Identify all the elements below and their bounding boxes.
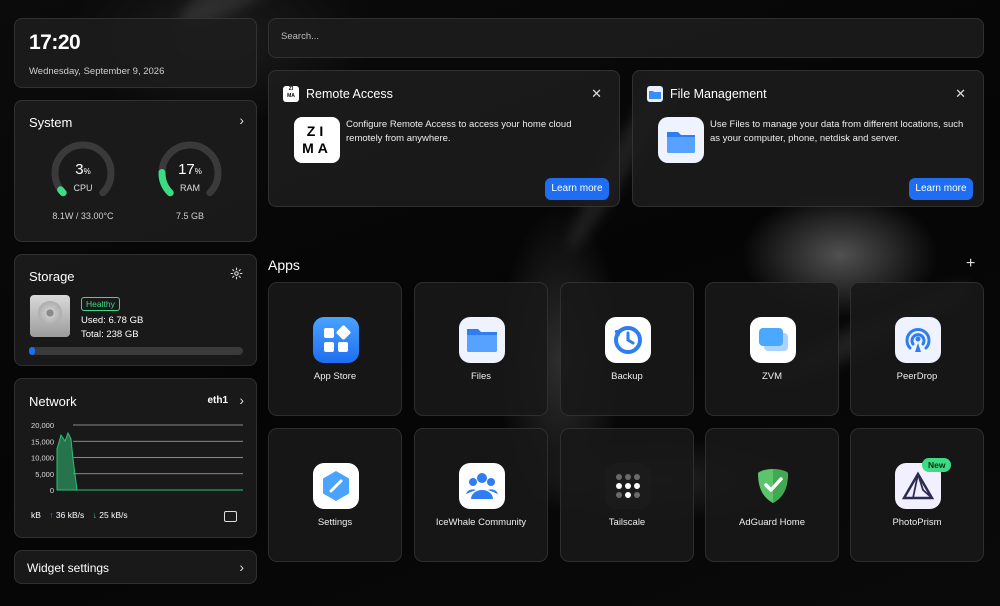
storage-usage-fill (29, 347, 35, 355)
remote-access-text: Configure Remote Access to access your h… (346, 119, 572, 144)
remote-access-title: Remote Access (306, 87, 393, 101)
app-tile-icewhale-community[interactable]: IceWhale Community (414, 428, 548, 562)
ram-value: 17% (178, 161, 202, 178)
app-label: IceWhale Community (435, 517, 527, 528)
network-y-tick: 15,000 (31, 437, 54, 446)
app-tile-files[interactable]: Files (414, 282, 548, 416)
files-app-icon (658, 117, 704, 163)
close-icon[interactable]: ✕ (955, 86, 966, 102)
cpu-value: 3% (75, 161, 91, 178)
storage-usage-bar (29, 347, 243, 355)
upload-rate: 36 kB/s (55, 510, 85, 520)
widget-settings-label: Widget settings (27, 561, 110, 575)
ram-label: RAM (180, 183, 200, 193)
file-management-learn-more-button[interactable]: Learn more (909, 178, 973, 200)
network-chart: 20,000 15,000 10,000 5,000 0 (31, 421, 243, 495)
storage-widget: Storage Healthy Used: 6.78 GB Total: 238… (14, 254, 257, 366)
backup-icon (605, 317, 651, 363)
folder-small-icon (647, 86, 663, 102)
clock-date: Wednesday, September 9, 2026 (29, 66, 165, 77)
cpu-gauge: 3% CPU (51, 141, 115, 205)
network-y-tick: 20,000 (31, 421, 54, 430)
app-label: ZVM (761, 371, 783, 382)
folder-icon (459, 317, 505, 363)
search-input[interactable] (279, 30, 963, 43)
storage-title: Storage (29, 269, 75, 284)
peerdrop-icon (895, 317, 941, 363)
widget-settings-button[interactable]: Widget settings › (14, 550, 257, 584)
app-label: AdGuard Home (738, 517, 805, 528)
network-widget: Network eth1 › 20,000 15,000 10,000 5,000 0 … (14, 378, 257, 538)
app-label: App Store (313, 371, 357, 382)
add-app-button[interactable]: + (966, 255, 975, 273)
clock-widget: 17:20 Wednesday, September 9, 2026 (14, 18, 257, 88)
network-y-tick: 5,000 (35, 470, 54, 479)
cpu-detail: 8.1W / 33.00°C (52, 211, 114, 221)
chart-view-icon[interactable] (224, 511, 237, 522)
app-tile-photoprism[interactable]: New PhotoPrism (850, 428, 984, 562)
file-management-card: File Management ✕ Use Files to manage yo… (632, 70, 984, 207)
app-label: Settings (317, 517, 353, 528)
community-icon (459, 463, 505, 509)
tailscale-icon (605, 463, 651, 509)
app-tile-app-store[interactable]: App Store (268, 282, 402, 416)
app-tile-tailscale[interactable]: Tailscale (560, 428, 694, 562)
download-arrow-icon: ↓ (92, 510, 97, 520)
network-y-tick: 10,000 (31, 454, 54, 463)
app-tile-settings[interactable]: Settings (268, 428, 402, 562)
gear-icon[interactable] (230, 267, 243, 285)
app-tile-peerdrop[interactable]: PeerDrop (850, 282, 984, 416)
storage-used: Used: 6.78 GB (81, 315, 144, 326)
adguard-icon (750, 463, 796, 509)
network-y-tick: 0 (50, 486, 54, 495)
zvm-icon (750, 317, 796, 363)
network-interface[interactable]: eth1 (207, 395, 228, 406)
health-badge: Healthy (81, 297, 120, 311)
remote-access-learn-more-button[interactable]: Learn more (545, 178, 609, 200)
cpu-label: CPU (73, 183, 93, 193)
system-title: System (29, 115, 73, 130)
ram-detail: 7.5 GB (175, 211, 204, 221)
app-tile-zvm[interactable]: ZVM (705, 282, 839, 416)
download-rate: 25 kB/s (99, 510, 128, 520)
app-label: PeerDrop (896, 371, 938, 382)
app-store-icon (313, 317, 359, 363)
clock-time: 17:20 (29, 31, 81, 54)
zima-small-icon: ZI MA (283, 86, 299, 102)
apps-title: Apps (268, 257, 300, 273)
app-label: Files (470, 371, 492, 382)
remote-access-card: ZI MA Remote Access ✕ ZI MA Configure Remo… (268, 70, 620, 207)
zima-logo-icon: ZI MA (294, 117, 340, 163)
network-footer: kB ↑ 36 kB/s ↓ 25 kB/s (31, 510, 128, 520)
ram-gauge: 17% RAM (158, 141, 222, 205)
file-management-title: File Management (670, 87, 767, 101)
app-tile-backup[interactable]: Backup (560, 282, 694, 416)
chevron-right-icon[interactable]: › (239, 112, 244, 128)
settings-icon (313, 463, 359, 509)
close-icon[interactable]: ✕ (591, 86, 602, 102)
upload-arrow-icon: ↑ (49, 510, 54, 520)
new-badge: New (922, 458, 952, 472)
app-tile-adguard-home[interactable]: AdGuard Home (705, 428, 839, 562)
app-label: PhotoPrism (892, 517, 942, 528)
network-unit: kB (31, 510, 41, 520)
chevron-right-icon[interactable]: › (239, 392, 244, 408)
storage-total: Total: 238 GB (81, 329, 139, 340)
file-management-text: Use Files to manage your data from diffe… (710, 119, 964, 144)
app-label: Tailscale (608, 517, 646, 528)
network-title: Network (29, 394, 77, 409)
app-label: Backup (611, 371, 643, 382)
hard-drive-icon (30, 295, 70, 337)
system-widget: System › 3% CPU 8.1W / 33.00°C 17% RAM 7… (14, 100, 257, 242)
search-bar[interactable] (268, 18, 984, 58)
chevron-right-icon: › (239, 559, 244, 575)
